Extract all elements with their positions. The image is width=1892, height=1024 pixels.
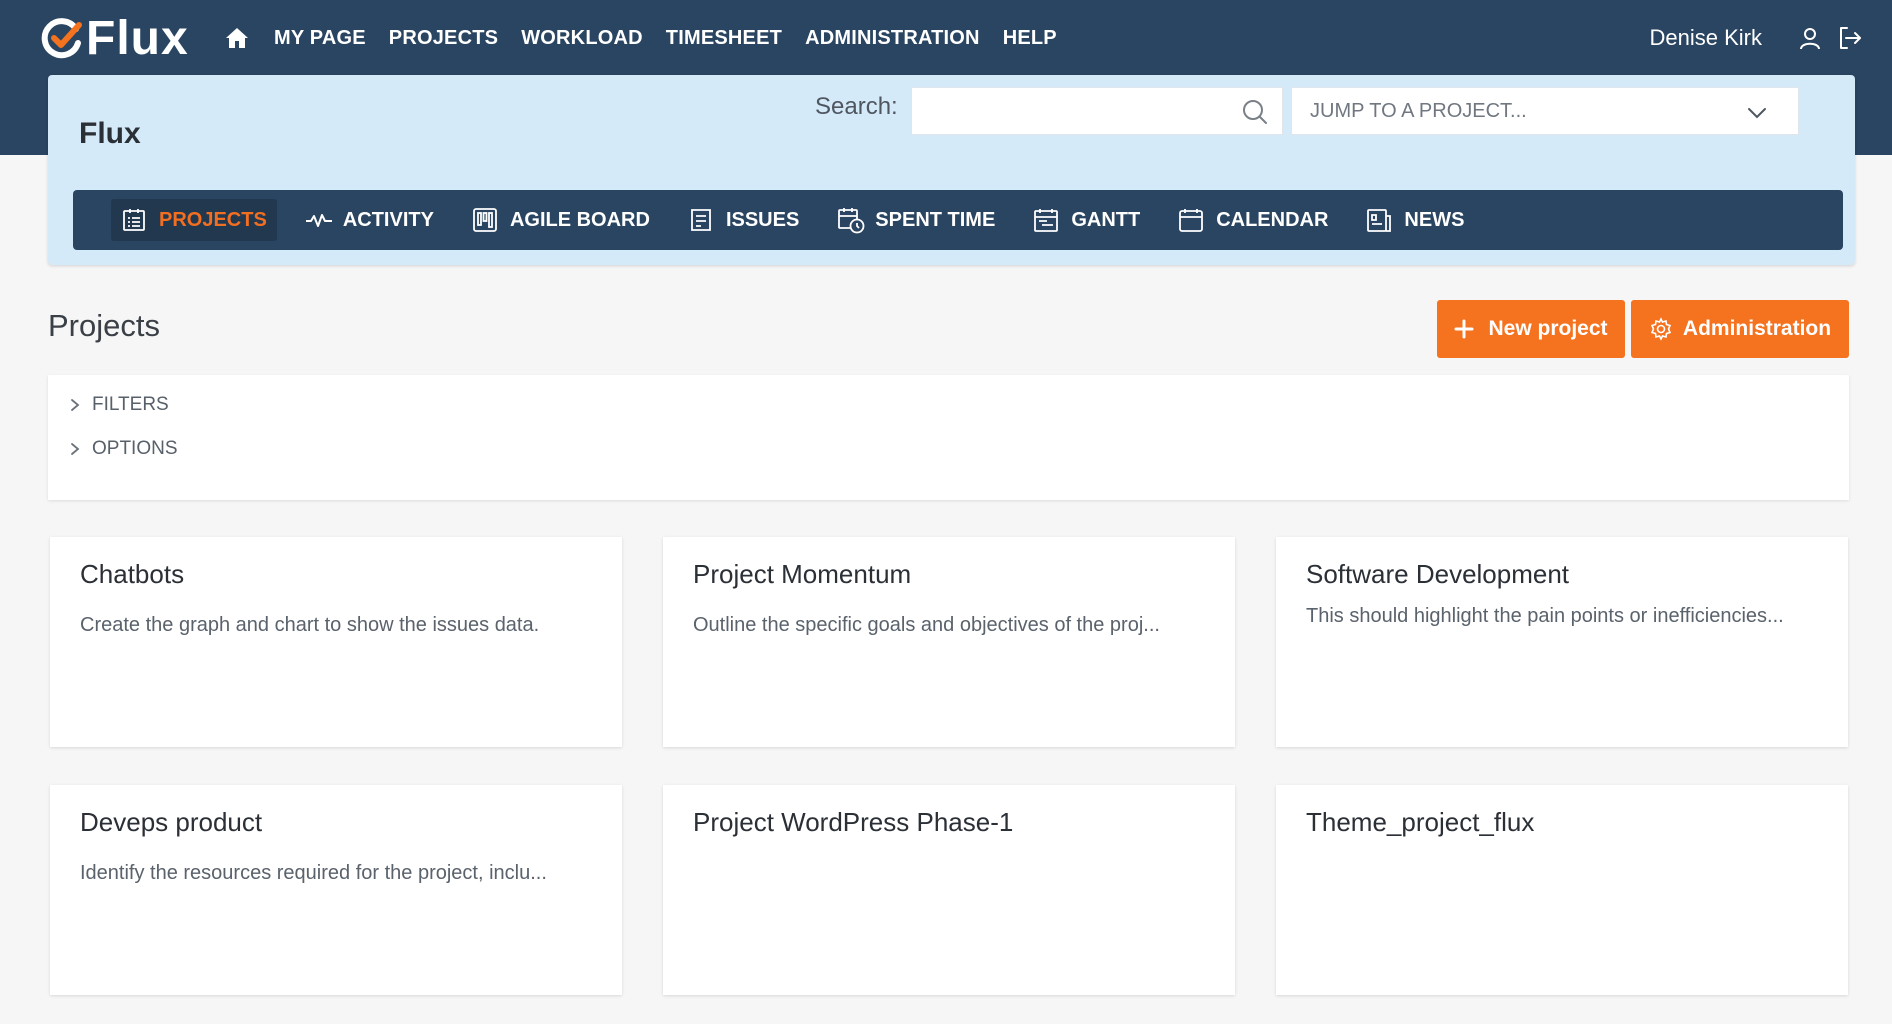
tab-activity[interactable]: ACTIVITY xyxy=(295,199,444,241)
page-title: Projects xyxy=(48,308,160,344)
tab-calendar[interactable]: CALENDAR xyxy=(1168,199,1338,241)
options-toggle[interactable]: OPTIONS xyxy=(68,438,178,460)
options-label: OPTIONS xyxy=(92,438,178,460)
tab-agile-board-label: AGILE BOARD xyxy=(510,209,650,232)
user-profile-icon[interactable] xyxy=(1796,24,1824,52)
logo-text: Flux xyxy=(86,11,189,66)
tab-projects[interactable]: PROJECTS xyxy=(111,199,277,241)
jump-to-project-placeholder: JUMP TO A PROJECT... xyxy=(1310,100,1527,123)
project-card[interactable]: Theme_project_flux xyxy=(1276,785,1848,995)
flux-logo-icon xyxy=(40,17,82,59)
administration-label: Administration xyxy=(1683,317,1831,341)
search-icon[interactable] xyxy=(1242,99,1268,125)
chevron-right-icon xyxy=(68,441,84,457)
project-card-description: Create the graph and chart to show the i… xyxy=(80,614,600,637)
new-project-label: New project xyxy=(1488,317,1607,341)
project-card[interactable]: Project Momentum Outline the specific go… xyxy=(663,537,1235,747)
tab-calendar-label: CALENDAR xyxy=(1216,209,1328,232)
tab-activity-label: ACTIVITY xyxy=(343,209,434,232)
filters-panel: FILTERS OPTIONS xyxy=(48,375,1849,500)
logout-icon[interactable] xyxy=(1836,24,1864,52)
nav-administration[interactable]: ADMINISTRATION xyxy=(805,27,980,50)
user-name[interactable]: Denise Kirk xyxy=(1650,25,1762,51)
tab-agile-board[interactable]: AGILE BOARD xyxy=(462,199,660,241)
nav-help[interactable]: HELP xyxy=(1003,27,1057,50)
agile-board-icon xyxy=(472,206,500,234)
search-label: Search: xyxy=(815,93,898,121)
filters-toggle[interactable]: FILTERS xyxy=(68,394,169,416)
app-logo[interactable]: Flux xyxy=(40,14,189,62)
project-card[interactable]: Chatbots Create the graph and chart to s… xyxy=(50,537,622,747)
administration-button[interactable]: Administration xyxy=(1631,300,1849,358)
main-nav: MY PAGE PROJECTS WORKLOAD TIMESHEET ADMI… xyxy=(224,22,1080,54)
chevron-down-icon xyxy=(1746,102,1768,124)
project-header: Flux Search: JUMP TO A PROJECT... PROJEC… xyxy=(48,75,1855,265)
tab-issues-label: ISSUES xyxy=(726,209,799,232)
search-input[interactable] xyxy=(912,88,1282,134)
project-title: Flux xyxy=(79,117,141,151)
nav-projects[interactable]: PROJECTS xyxy=(389,27,498,50)
search-field xyxy=(911,87,1283,135)
nav-workload[interactable]: WORKLOAD xyxy=(521,27,643,50)
nav-my-page[interactable]: MY PAGE xyxy=(274,27,366,50)
project-card-title[interactable]: Chatbots xyxy=(80,559,184,590)
tab-gantt-label: GANTT xyxy=(1071,209,1140,232)
project-card-title[interactable]: Project Momentum xyxy=(693,559,911,590)
projects-icon xyxy=(121,206,149,234)
spent-time-icon xyxy=(837,206,865,234)
tab-news-label: NEWS xyxy=(1404,209,1464,232)
issues-icon xyxy=(688,206,716,234)
user-area: Denise Kirk xyxy=(1650,20,1864,56)
project-card-title[interactable]: Project WordPress Phase-1 xyxy=(693,807,1013,838)
project-card[interactable]: Deveps product Identify the resources re… xyxy=(50,785,622,995)
nav-timesheet[interactable]: TIMESHEET xyxy=(666,27,782,50)
filters-label: FILTERS xyxy=(92,394,169,416)
tab-news[interactable]: NEWS xyxy=(1356,199,1474,241)
project-card-description: Outline the specific goals and objective… xyxy=(693,614,1213,637)
tab-gantt[interactable]: GANTT xyxy=(1023,199,1150,241)
gantt-icon xyxy=(1033,206,1061,234)
news-icon xyxy=(1366,206,1394,234)
project-card-title[interactable]: Theme_project_flux xyxy=(1306,807,1534,838)
project-card-title[interactable]: Software Development xyxy=(1306,559,1569,590)
project-card-description: This should highlight the pain points or… xyxy=(1306,605,1826,628)
jump-to-project-select[interactable]: JUMP TO A PROJECT... xyxy=(1291,87,1799,135)
project-menu: PROJECTS ACTIVITY AGILE BOARD ISSUES SPE… xyxy=(73,190,1843,250)
tab-spent-time-label: SPENT TIME xyxy=(875,209,995,232)
tab-spent-time[interactable]: SPENT TIME xyxy=(827,199,1005,241)
activity-icon xyxy=(305,206,333,234)
project-card[interactable]: Project WordPress Phase-1 xyxy=(663,785,1235,995)
home-icon[interactable] xyxy=(224,24,252,52)
top-bar: Flux MY PAGE PROJECTS WORKLOAD TIMESHEET… xyxy=(0,0,1892,75)
chevron-right-icon xyxy=(68,397,84,413)
calendar-icon xyxy=(1178,206,1206,234)
new-project-button[interactable]: New project xyxy=(1437,300,1625,358)
gear-icon xyxy=(1649,317,1673,341)
tab-issues[interactable]: ISSUES xyxy=(678,199,809,241)
plus-icon xyxy=(1454,317,1478,341)
project-card[interactable]: Software Development This should highlig… xyxy=(1276,537,1848,747)
tab-projects-label: PROJECTS xyxy=(159,209,267,232)
project-card-description: Identify the resources required for the … xyxy=(80,862,600,885)
project-card-title[interactable]: Deveps product xyxy=(80,807,262,838)
